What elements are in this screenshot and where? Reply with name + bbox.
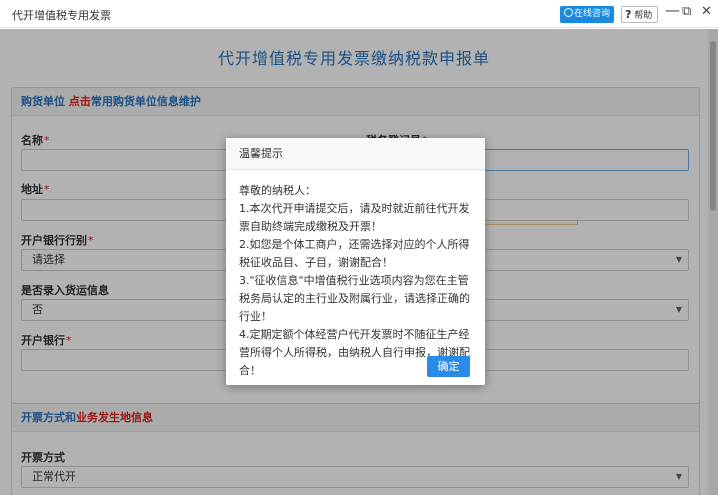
- dialog-item-2: 2.如您是个体工商户，还需选择对应的个人所得税征收品目、子目，谢谢配合！: [239, 238, 470, 269]
- dialog-item-1: 1.本次代开申请提交后，请及时就近前往代开发票自助终端完成缴税及开票！: [239, 202, 470, 233]
- maximize-icon[interactable]: ⧉: [682, 4, 691, 19]
- online-consult-label: 在线咨询: [574, 9, 611, 19]
- question-icon: ?: [625, 8, 632, 21]
- minimize-icon[interactable]: —: [665, 1, 680, 19]
- title-bar: 代开增值税专用发票 在线咨询 ? 帮助 — ⧉ ✕: [0, 0, 718, 28]
- help-button[interactable]: ? 帮助: [621, 6, 658, 23]
- dialog-item-3: 3."征收信息"中增值税行业选项内容为您在主管税务局认定的主行业及附属行业，请选…: [239, 274, 470, 323]
- dialog-body: 尊敬的纳税人： 1.本次代开申请提交后，请及时就近前往代开发票自助终端完成缴税及…: [226, 170, 485, 380]
- headset-icon: [564, 8, 573, 17]
- confirm-button[interactable]: 确定: [427, 356, 470, 377]
- notice-dialog: 温馨提示 尊敬的纳税人： 1.本次代开申请提交后，请及时就近前往代开发票自助终端…: [226, 138, 485, 385]
- online-consult-button[interactable]: 在线咨询: [560, 6, 614, 23]
- dialog-greeting: 尊敬的纳税人：: [239, 184, 316, 197]
- window-title: 代开增值税专用发票: [12, 9, 111, 22]
- close-icon[interactable]: ✕: [701, 4, 712, 19]
- help-label: 帮助: [634, 11, 653, 21]
- dialog-title: 温馨提示: [226, 138, 485, 170]
